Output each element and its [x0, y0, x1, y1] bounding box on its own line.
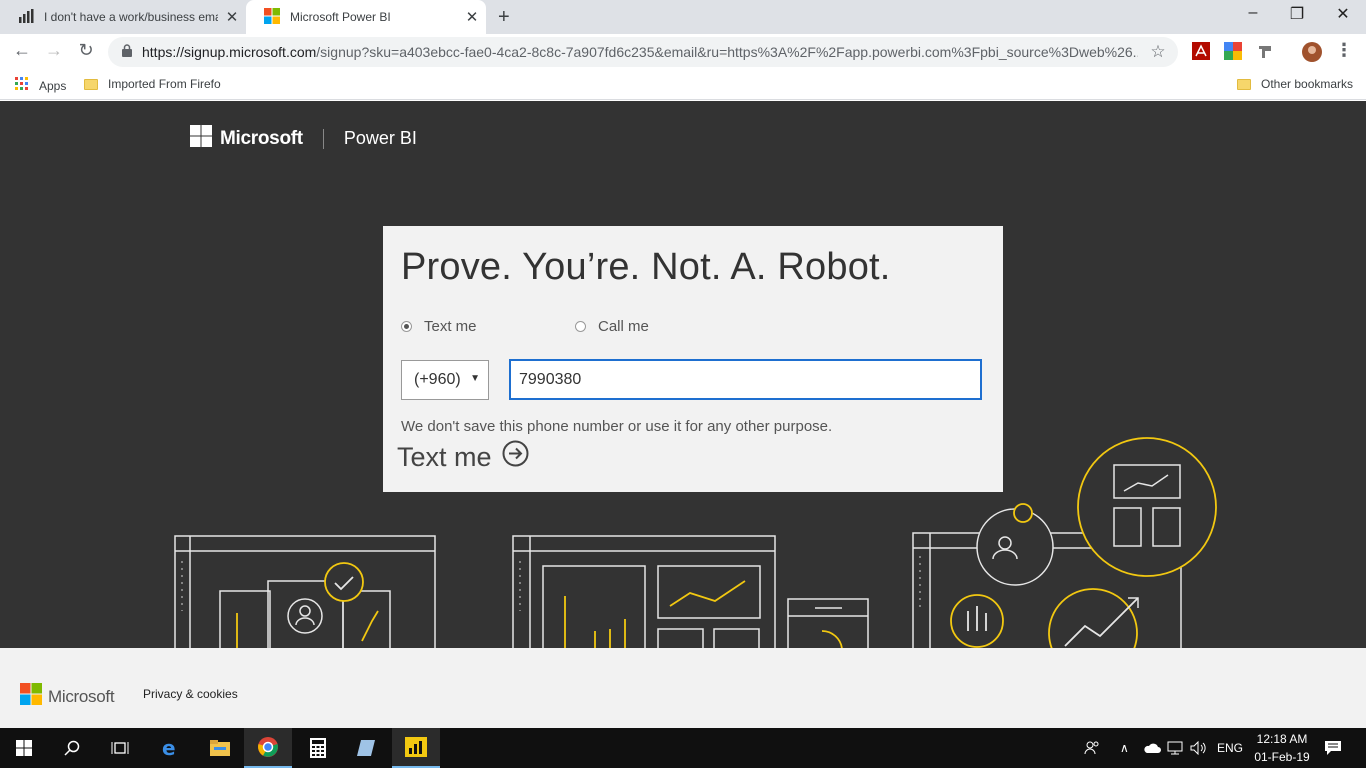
calculator-icon[interactable] [294, 728, 342, 768]
text-me-button[interactable]: Text me [397, 440, 529, 474]
people-icon[interactable] [1084, 728, 1100, 768]
search-icon[interactable] [48, 728, 96, 768]
folder-icon [1237, 78, 1251, 90]
privacy-cookies-link[interactable]: Privacy & cookies [143, 687, 238, 701]
clock-date: 01-Feb-19 [1254, 750, 1310, 764]
menu-kebab-icon[interactable]: ⋮ [1332, 40, 1356, 61]
lock-icon [122, 44, 132, 60]
tab-title: I don't have a work/business ema [44, 10, 218, 24]
apps-grid-icon [15, 77, 29, 94]
radio-text-me[interactable]: Text me [401, 318, 477, 335]
country-code-value: (+960) [414, 371, 461, 388]
radio-call-me[interactable]: Call me [575, 318, 649, 335]
footer-logo: Microsoft [20, 683, 115, 710]
edge-browser-icon[interactable]: e [146, 728, 194, 768]
svg-text:e: e [162, 738, 176, 758]
folder-icon [84, 78, 98, 90]
windows-start-icon[interactable] [0, 728, 48, 768]
url-text: https://signup.microsoft.com/signup?sku=… [142, 44, 1138, 60]
browser-toolbar: ← → ↻ https://signup.microsoft.com/signu… [0, 34, 1366, 70]
new-tab-icon[interactable]: + [498, 6, 510, 29]
submit-label: Text me [397, 441, 492, 472]
microsoft-logo-icon [20, 683, 42, 710]
show-hidden-icons-icon[interactable]: ∧ [1120, 728, 1129, 768]
close-tab-icon[interactable]: ✕ [458, 8, 486, 26]
bookmark-other-folder[interactable]: Other bookmarks [1237, 77, 1353, 91]
bar-chart-icon [18, 8, 34, 26]
phone-number-input[interactable]: 7990380 [509, 359, 982, 400]
address-bar[interactable]: https://signup.microsoft.com/signup?sku=… [108, 37, 1178, 67]
bookmark-imported-folder[interactable]: Imported From Firefo [84, 77, 221, 91]
action-center-icon[interactable] [1324, 728, 1342, 768]
file-explorer-icon[interactable] [196, 728, 244, 768]
radio-label: Call me [598, 318, 649, 335]
brand-divider [322, 128, 324, 149]
bookmarks-bar: Apps Imported From Firefo Other bookmark… [0, 70, 1366, 100]
page-footer: Microsoft Privacy & cookies [0, 648, 1366, 728]
microsoft-logo-icon [264, 7, 280, 27]
volume-icon[interactable] [1190, 728, 1208, 768]
country-code-select[interactable]: (+960) ▼ [401, 360, 489, 400]
onedrive-cloud-icon[interactable] [1143, 728, 1161, 768]
privacy-note: We don't save this phone number or use i… [401, 418, 833, 435]
chrome-taskbar-icon[interactable] [244, 728, 292, 768]
footer-brand: Microsoft [48, 686, 115, 706]
close-window-icon[interactable]: ✕ [1320, 4, 1366, 24]
restore-icon[interactable]: ❐ [1274, 4, 1320, 24]
extension-icon[interactable] [1256, 42, 1276, 62]
minimize-icon[interactable]: – [1230, 4, 1276, 22]
network-icon[interactable] [1167, 728, 1183, 768]
verification-card: Prove. You’re. Not. A. Robot. Text me Ca… [383, 226, 1003, 492]
bookmark-star-icon[interactable]: ☆ [1138, 42, 1178, 62]
bookmark-label: Apps [39, 78, 67, 93]
power-bi-taskbar-icon[interactable] [392, 728, 440, 768]
windows-taskbar: e ∧ ENG 12:18 AM 01-Feb-19 [0, 728, 1366, 768]
close-tab-icon[interactable]: ✕ [218, 8, 246, 26]
brand-name: Microsoft [220, 127, 303, 149]
notes-app-icon[interactable] [342, 728, 390, 768]
dropdown-arrow-icon: ▼ [470, 373, 480, 384]
profile-avatar[interactable] [1302, 42, 1322, 62]
input-language[interactable]: ENG [1217, 728, 1243, 768]
clock-time: 12:18 AM [1256, 732, 1308, 746]
arrow-circle-right-icon [492, 440, 529, 474]
reload-icon[interactable]: ↻ [74, 40, 98, 61]
task-view-icon[interactable] [96, 728, 144, 768]
bookmark-label: Imported From Firefo [108, 77, 221, 91]
phone-number-value: 7990380 [519, 370, 582, 388]
google-translate-icon[interactable] [1224, 42, 1244, 62]
pdf-extension-icon[interactable] [1192, 42, 1212, 62]
radio-unselected-icon[interactable] [575, 321, 586, 332]
microsoft-logo-icon [190, 125, 212, 152]
card-title: Prove. You’re. Not. A. Robot. [401, 246, 891, 288]
radio-label: Text me [424, 318, 477, 335]
back-icon[interactable]: ← [10, 40, 34, 61]
page-body: Microsoft Power BI Prove. You’re. Not. A… [0, 101, 1366, 648]
browser-tab-2[interactable]: Microsoft Power BI ✕ [246, 0, 486, 34]
bookmark-label: Other bookmarks [1261, 77, 1354, 91]
page-brand-header: Microsoft Power BI [190, 125, 417, 152]
browser-tab-strip: I don't have a work/business ema ✕ Micro… [0, 0, 1366, 34]
product-name: Power BI [343, 128, 417, 148]
radio-selected-icon[interactable] [401, 321, 412, 332]
forward-icon[interactable]: → [42, 40, 66, 61]
tab-title: Microsoft Power BI [290, 10, 391, 24]
system-clock[interactable]: 12:18 AM 01-Feb-19 [1250, 730, 1314, 766]
bookmark-apps[interactable]: Apps [15, 77, 66, 94]
browser-tab-1[interactable]: I don't have a work/business ema ✕ [0, 0, 246, 34]
